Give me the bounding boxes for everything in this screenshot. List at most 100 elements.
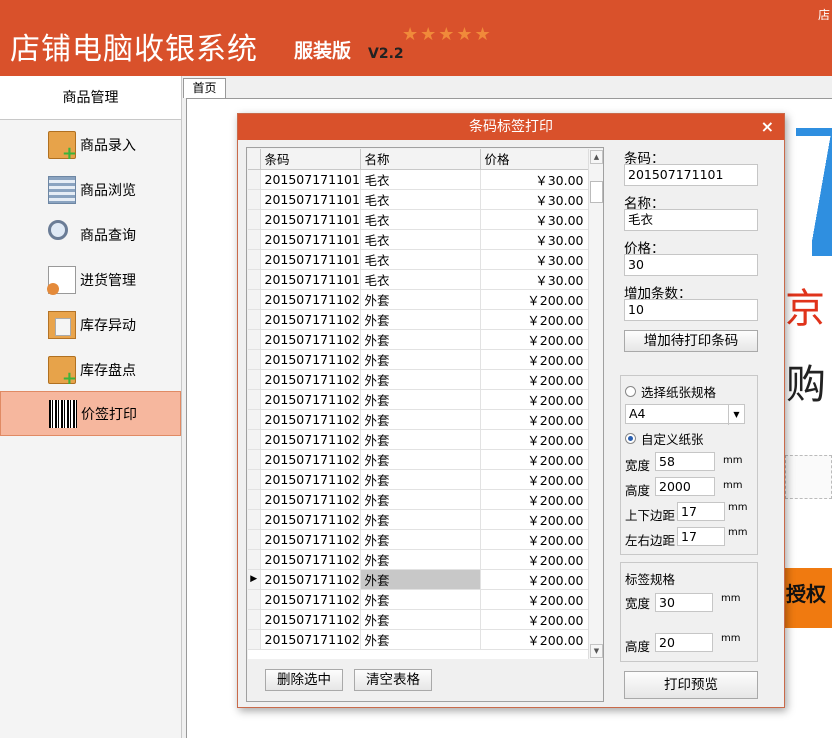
barcode-cell: 201507171102 [260, 529, 361, 550]
column-header-price[interactable]: 价格 [480, 149, 588, 170]
row-header[interactable] [248, 489, 261, 510]
header-corner-text: 店 [818, 8, 831, 22]
table-row[interactable]: 201507171102 外套 ￥200.00 [248, 389, 588, 410]
table-row[interactable]: 201507171101 毛衣 ￥30.00 [248, 209, 588, 230]
price-cell: ￥200.00 [480, 469, 588, 490]
table-row[interactable]: 201507171102 外套 ￥200.00 [248, 509, 588, 530]
sidebar-item-purchase[interactable]: 进货管理 [0, 257, 181, 302]
scroll-down-icon[interactable]: ▼ [590, 644, 603, 658]
paper-size-select[interactable]: A4 ▼ [625, 404, 745, 425]
table-row[interactable]: 201507171102 外套 ￥200.00 [248, 629, 588, 650]
price-input[interactable]: 30 [624, 254, 758, 276]
row-header[interactable] [248, 269, 261, 290]
paper-width-input[interactable]: 58 [655, 452, 715, 471]
add-pending-barcode-button[interactable]: 增加待打印条码 [624, 330, 758, 352]
table-row[interactable]: 201507171101 毛衣 ￥30.00 [248, 169, 588, 190]
table-row[interactable]: 201507171102 外套 ￥200.00 [248, 589, 588, 610]
table-row[interactable]: 201507171102 外套 ￥200.00 [248, 409, 588, 430]
paper-height-input[interactable]: 2000 [655, 477, 715, 496]
table-row[interactable]: 201507171102 外套 ￥200.00 [248, 529, 588, 550]
sidebar-item-product-entry[interactable]: 商品录入 [0, 122, 181, 167]
print-list-table[interactable]: 条码 名称 价格 201507171101 毛衣 ￥30.00 20150717110… [248, 149, 588, 659]
sidebar-item-label: 商品浏览 [80, 182, 136, 199]
row-header[interactable] [248, 449, 261, 470]
table-row[interactable]: 201507171102 外套 ￥200.00 [248, 469, 588, 490]
price-cell: ￥200.00 [480, 509, 588, 530]
label-height-input[interactable]: 20 [655, 633, 713, 652]
table-row[interactable]: 201507171101 毛衣 ￥30.00 [248, 269, 588, 290]
table-row[interactable]: 201507171102 外套 ￥200.00 [248, 549, 588, 570]
table-row[interactable]: 201507171102 外套 ￥200.00 [248, 429, 588, 450]
row-header[interactable] [248, 549, 261, 570]
sidebar-item-stock-change[interactable]: 库存异动 [0, 302, 181, 347]
paper-width-label: 宽度 [625, 458, 651, 473]
column-header-barcode[interactable]: 条码 [260, 149, 361, 170]
barcode-cell: 201507171101 [260, 169, 361, 190]
sidebar-item-stocktake[interactable]: 库存盘点 [0, 347, 181, 392]
row-header[interactable] [248, 409, 261, 430]
table-row[interactable]: 201507171102 外套 ￥200.00 [248, 489, 588, 510]
table-row[interactable]: 201507171101 毛衣 ￥30.00 [248, 249, 588, 270]
row-header[interactable] [248, 169, 261, 190]
table-row[interactable]: 201507171102 外套 ￥200.00 [248, 289, 588, 310]
delete-selected-button[interactable]: 删除选中 [265, 669, 343, 691]
name-cell: 毛衣 [360, 189, 481, 210]
clear-table-button[interactable]: 清空表格 [354, 669, 432, 691]
row-header[interactable] [248, 429, 261, 450]
column-header-name[interactable]: 名称 [360, 149, 481, 170]
tab-home[interactable]: 首页 [183, 78, 226, 98]
box-add-icon [48, 130, 77, 164]
name-cell: 毛衣 [360, 269, 481, 290]
vertical-scrollbar[interactable]: ▲ ▼ [588, 149, 603, 659]
row-header[interactable] [248, 349, 261, 370]
row-header[interactable] [248, 629, 261, 650]
barcode-cell: 201507171102 [260, 429, 361, 450]
row-header[interactable] [248, 609, 261, 630]
row-header[interactable] [248, 229, 261, 250]
lr-margin-input[interactable]: 17 [677, 527, 725, 546]
tb-margin-label: 上下边距 [625, 508, 676, 523]
row-header[interactable] [248, 589, 261, 610]
label-width-input[interactable]: 30 [655, 593, 713, 612]
row-header[interactable] [248, 209, 261, 230]
row-header[interactable] [248, 529, 261, 550]
sidebar-item-label: 商品录入 [80, 137, 136, 154]
table-row[interactable]: 201507171102 外套 ￥200.00 [248, 609, 588, 630]
table-row[interactable]: 201507171102 外套 ￥200.00 [248, 349, 588, 370]
sidebar-item-price-tag-print[interactable]: 价签打印 [0, 391, 181, 436]
sidebar-item-product-query[interactable]: 商品查询 [0, 212, 181, 257]
table-row[interactable]: ▶ 201507171102 外套 ￥200.00 [248, 569, 588, 590]
close-icon[interactable]: × [761, 114, 774, 140]
row-header[interactable] [248, 329, 261, 350]
barcode-input[interactable]: 201507171101 [624, 164, 758, 186]
table-row[interactable]: 201507171101 毛衣 ￥30.00 [248, 189, 588, 210]
scroll-thumb[interactable] [590, 181, 603, 203]
name-input[interactable]: 毛衣 [624, 209, 758, 231]
table-row[interactable]: 201507171102 外套 ￥200.00 [248, 329, 588, 350]
price-cell: ￥30.00 [480, 229, 588, 250]
tb-margin-input[interactable]: 17 [677, 502, 725, 521]
row-header[interactable] [248, 369, 261, 390]
count-input[interactable]: 10 [624, 299, 758, 321]
table-row[interactable]: 201507171102 外套 ￥200.00 [248, 449, 588, 470]
scroll-up-icon[interactable]: ▲ [590, 150, 603, 164]
chevron-down-icon[interactable]: ▼ [728, 405, 744, 425]
price-cell: ￥200.00 [480, 569, 588, 590]
print-preview-button[interactable]: 打印预览 [624, 671, 758, 699]
row-header[interactable] [248, 289, 261, 310]
row-header[interactable] [248, 469, 261, 490]
row-header[interactable]: ▶ [248, 569, 261, 590]
custom-paper-radio[interactable] [625, 433, 636, 444]
table-row[interactable]: 201507171101 毛衣 ￥30.00 [248, 229, 588, 250]
table-row[interactable]: 201507171102 外套 ￥200.00 [248, 369, 588, 390]
row-header[interactable] [248, 189, 261, 210]
sidebar-item-label: 库存异动 [80, 317, 136, 334]
row-header[interactable] [248, 389, 261, 410]
standard-paper-radio[interactable] [625, 386, 636, 397]
sidebar-item-label: 进货管理 [80, 272, 136, 289]
table-row[interactable]: 201507171102 外套 ￥200.00 [248, 309, 588, 330]
sidebar-item-product-browse[interactable]: 商品浏览 [0, 167, 181, 212]
row-header[interactable] [248, 309, 261, 330]
row-header[interactable] [248, 509, 261, 530]
row-header[interactable] [248, 249, 261, 270]
